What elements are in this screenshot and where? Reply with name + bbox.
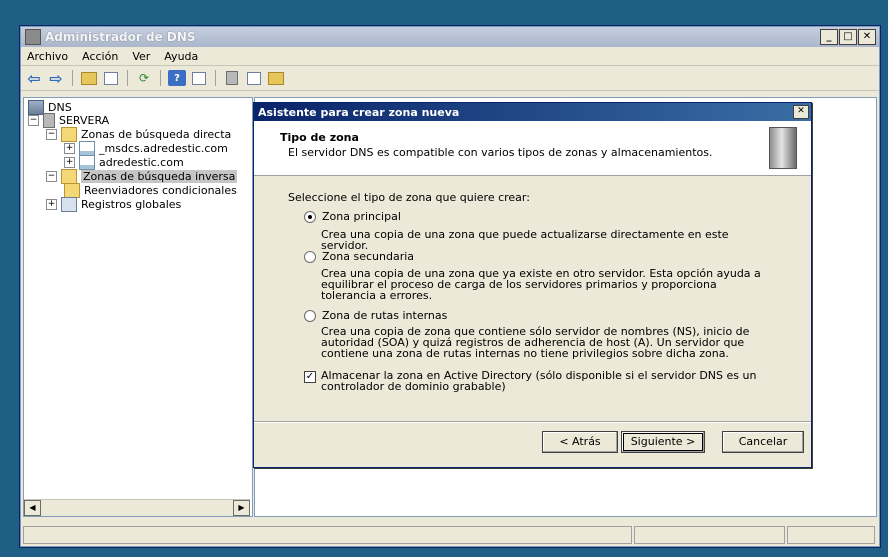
help-icon[interactable]: ? bbox=[168, 70, 186, 86]
tree-item-zone-adredestic[interactable]: + adredestic.com bbox=[64, 155, 184, 170]
wizard-body: Seleccione el tipo de zona que quiere cr… bbox=[254, 176, 811, 416]
tree-pane[interactable]: DNS − SERVERA − Zonas de búsqueda direct… bbox=[23, 97, 253, 517]
scroll-right-icon[interactable]: ▶ bbox=[233, 500, 250, 516]
radio-button[interactable] bbox=[304, 251, 316, 263]
document-icon[interactable] bbox=[245, 70, 263, 86]
menu-archivo[interactable]: Archivo bbox=[27, 50, 68, 63]
menu-accion[interactable]: Acción bbox=[82, 50, 118, 63]
radio-stub-zone[interactable]: Zona de rutas internas bbox=[304, 309, 447, 322]
toolbar-separator bbox=[127, 70, 128, 86]
tree-label: Registros globales bbox=[81, 198, 182, 211]
radio-button[interactable] bbox=[304, 310, 316, 322]
store-in-ad-label: Almacenar la zona en Active Directory (s… bbox=[321, 369, 757, 393]
dialog-title: Asistente para crear zona nueva bbox=[258, 105, 460, 119]
collapse-toggle[interactable]: − bbox=[46, 171, 57, 182]
tree-item-reverse-zones[interactable]: − Zonas de búsqueda inversa bbox=[46, 169, 238, 184]
radio-secondary-zone[interactable]: Zona secundaria bbox=[304, 250, 414, 263]
dns-app-icon bbox=[25, 29, 41, 45]
server-tower-icon bbox=[769, 127, 797, 169]
tree-label: _msdcs.adredestic.com bbox=[99, 142, 228, 155]
refresh-icon[interactable]: ⟳ bbox=[135, 70, 153, 86]
expand-toggle[interactable]: + bbox=[64, 143, 75, 154]
wizard-header: Tipo de zona El servidor DNS es compatib… bbox=[254, 121, 811, 176]
menu-bar: Archivo Acción Ver Ayuda bbox=[21, 47, 879, 66]
horizontal-scrollbar[interactable]: ◀ ▶ bbox=[24, 499, 250, 516]
new-zone-wizard-dialog: Asistente para crear zona nueva ✕ Tipo d… bbox=[253, 102, 812, 468]
folder-icon bbox=[64, 183, 80, 198]
wizard-heading: Tipo de zona bbox=[280, 131, 359, 144]
global-records-icon bbox=[61, 197, 77, 212]
tree-item-forward-zones[interactable]: − Zonas de búsqueda directa bbox=[46, 127, 231, 142]
tree-item-conditional-forwarders[interactable]: Reenviadores condicionales bbox=[64, 183, 237, 198]
radio-primary-zone[interactable]: Zona principal bbox=[304, 210, 401, 223]
status-bar bbox=[23, 526, 875, 544]
menu-ayuda[interactable]: Ayuda bbox=[164, 50, 198, 63]
maximize-button[interactable]: □ bbox=[839, 29, 857, 45]
back-arrow-icon[interactable]: ⇦ bbox=[25, 69, 43, 88]
primary-zone-description: Crea una copia de una zona que puede act… bbox=[321, 228, 729, 252]
zone-icon bbox=[79, 141, 95, 156]
tree-item-global-records[interactable]: + Registros globales bbox=[46, 197, 181, 212]
radio-label: Zona principal bbox=[322, 210, 401, 223]
up-folder-icon[interactable] bbox=[80, 70, 98, 86]
radio-label: Zona de rutas internas bbox=[322, 309, 448, 322]
show-tree-icon[interactable] bbox=[102, 70, 120, 86]
tree-label: Zonas de búsqueda inversa bbox=[81, 170, 238, 183]
status-cell bbox=[634, 526, 786, 544]
dialog-close-button[interactable]: ✕ bbox=[793, 105, 809, 119]
menu-ver[interactable]: Ver bbox=[132, 50, 150, 63]
window-title: Administrador de DNS bbox=[45, 30, 196, 44]
scroll-left-icon[interactable]: ◀ bbox=[24, 500, 41, 516]
radio-button-selected[interactable] bbox=[304, 211, 316, 223]
tree-item-zone-msdcs[interactable]: + _msdcs.adredestic.com bbox=[64, 141, 228, 156]
zone-icon bbox=[79, 155, 95, 170]
title-bar[interactable]: Administrador de DNS _ □ ✕ bbox=[21, 27, 879, 47]
collapse-toggle[interactable]: − bbox=[46, 129, 57, 140]
expand-toggle[interactable]: + bbox=[46, 199, 57, 210]
folder-icon bbox=[61, 127, 77, 142]
server-icon[interactable] bbox=[223, 70, 241, 86]
cancel-button[interactable]: Cancelar bbox=[722, 431, 804, 453]
properties-icon[interactable] bbox=[190, 70, 208, 86]
forward-arrow-icon[interactable]: ⇨ bbox=[47, 69, 65, 88]
tree-label: adredestic.com bbox=[99, 156, 184, 169]
wizard-subheading: El servidor DNS es compatible con varios… bbox=[288, 146, 713, 159]
store-in-ad-checkbox[interactable]: ✓ bbox=[304, 370, 322, 383]
toolbar: ⇦ ⇨ ⟳ ? bbox=[21, 66, 879, 91]
collapse-toggle[interactable]: − bbox=[28, 115, 39, 126]
checkmark-icon[interactable]: ✓ bbox=[304, 371, 316, 383]
folder-icon bbox=[61, 169, 77, 184]
radio-label: Zona secundaria bbox=[322, 250, 415, 263]
toolbar-separator bbox=[72, 70, 73, 86]
expand-toggle[interactable]: + bbox=[64, 157, 75, 168]
toolbar-separator bbox=[215, 70, 216, 86]
new-folder-icon[interactable] bbox=[267, 70, 285, 86]
tree-label: Zonas de búsqueda directa bbox=[81, 128, 232, 141]
server-icon bbox=[43, 113, 55, 128]
close-button[interactable]: ✕ bbox=[858, 29, 876, 45]
back-button[interactable]: < Atrás bbox=[542, 431, 618, 453]
dialog-divider bbox=[254, 421, 811, 423]
status-cell bbox=[23, 526, 633, 544]
minimize-button[interactable]: _ bbox=[820, 29, 838, 45]
zone-type-prompt: Seleccione el tipo de zona que quiere cr… bbox=[288, 191, 530, 204]
secondary-zone-description: Crea una copia de una zona que ya existe… bbox=[321, 267, 761, 302]
status-cell bbox=[787, 526, 875, 544]
tree-label: Reenviadores condicionales bbox=[84, 184, 237, 197]
tree-label: SERVERA bbox=[59, 114, 110, 127]
dialog-title-bar[interactable]: Asistente para crear zona nueva ✕ bbox=[254, 103, 811, 121]
toolbar-separator bbox=[160, 70, 161, 86]
next-button[interactable]: Siguiente > bbox=[621, 431, 705, 453]
tree-item-server[interactable]: − SERVERA bbox=[28, 113, 109, 128]
stub-zone-description: Crea una copia de zona que contiene sólo… bbox=[321, 325, 750, 360]
